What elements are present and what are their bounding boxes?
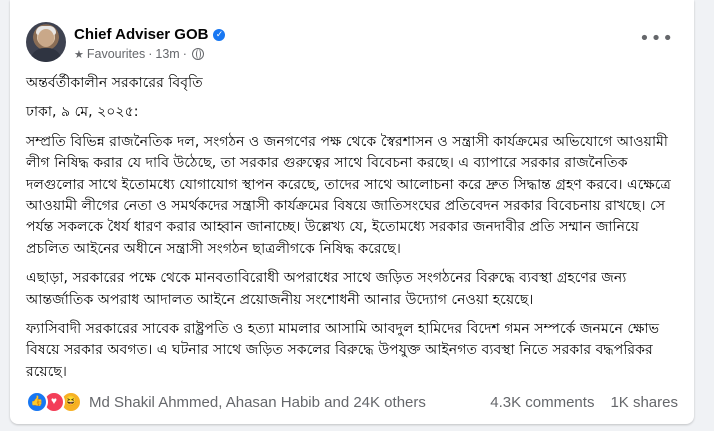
post-paragraph: এছাড়া, সরকারের পক্ষে থেকে মানবতাবিরোধী … [26,270,627,308]
shares-count[interactable]: 1K shares [610,394,678,411]
globe-icon [191,48,204,60]
reaction-bar: 👍 ♥ 😆 Md Shakil Ahmmed, Ahasan Habib and… [26,390,678,414]
post-dateline: ঢাকা, ৯ মে, ২০২৫: [26,104,139,121]
post-time[interactable]: 13m [155,47,179,61]
post-card: Chief Adviser GOB ✓ ★ Favourites · 13m ·… [10,0,694,424]
author-name[interactable]: Chief Adviser GOB [74,26,208,43]
post-header: Chief Adviser GOB ✓ ★ Favourites · 13m ·… [26,22,678,64]
post-body: অন্তর্বর্তীকালীন সরকারের বিবৃতি ঢাকা, ৯ … [26,73,686,383]
comments-count[interactable]: 4.3K comments [490,394,594,411]
reaction-summary[interactable]: Md Shakil Ahmmed, Ahasan Habib and 24K o… [89,394,426,411]
post-paragraph: সম্প্রতি বিভিন্ন রাজনৈতিক দল, সংগঠন ও জন… [26,133,671,257]
post-stats: 4.3K comments 1K shares [490,394,678,411]
post-title: অন্তর্বর্তীকালীন সরকারের বিবৃতি [26,75,203,91]
post-paragraph: ফ্যাসিবাদী সরকারের সাবেক রাষ্ট্রপতি ও হত… [26,321,660,380]
verified-badge-icon: ✓ [213,28,226,41]
audience-label[interactable]: Favourites [87,47,145,61]
author-avatar[interactable] [26,22,66,62]
post-meta: ★ Favourites · 13m · [74,47,204,61]
more-options-icon[interactable]: ••• [639,30,674,48]
star-icon: ★ [74,48,84,61]
like-reaction-icon[interactable]: 👍 [26,391,48,413]
author-row: Chief Adviser GOB ✓ [74,26,226,43]
